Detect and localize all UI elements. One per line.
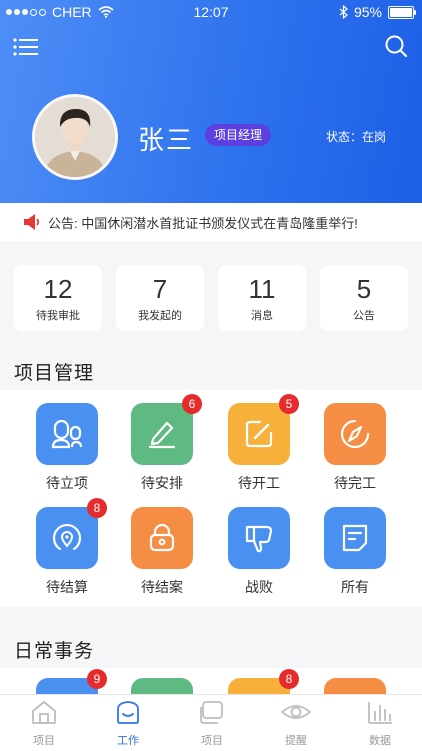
stat-announcements[interactable]: 5 公告	[320, 265, 408, 331]
announcement-bar[interactable]: 公告: 中国休闲潜水首批证书颁发仪式在青岛隆重举行!	[0, 203, 422, 241]
stats-row: 12 待我审批 7 我发起的 11 消息 5 公告	[0, 243, 422, 348]
tab-project[interactable]: 项目	[2, 699, 86, 748]
count-badge: 8	[279, 669, 299, 689]
eye-icon	[280, 705, 312, 719]
stat-value: 11	[248, 274, 276, 304]
tile-icon-bg	[324, 403, 386, 465]
tile-pending-arrange[interactable]: 6 待安排	[114, 394, 210, 493]
tab-label: 项目	[33, 735, 55, 747]
work-status: 状态：在岗	[325, 130, 386, 144]
tile-icon-bg: 6	[131, 394, 202, 465]
location-icon	[52, 524, 82, 551]
pen-icon	[148, 421, 176, 449]
tile-label: 待开工	[238, 475, 280, 491]
tile-icon-bg	[324, 507, 386, 569]
battery-icon	[388, 5, 416, 19]
announcement-text: 公告: 中国休闲潜水首批证书颁发仪式在青岛隆重举行!	[48, 215, 358, 231]
menu-button[interactable]	[12, 36, 40, 58]
tab-bar: 项目 工作 项目 提醒 数据	[0, 694, 422, 751]
stat-label: 消息	[251, 310, 273, 322]
project-grid: 待立项 6 待安排 5 待开工 待完工 8 待结算 待结案 战败 所有	[0, 390, 422, 607]
home-icon	[32, 701, 56, 724]
work-icon	[117, 701, 139, 724]
tile-label: 所有	[341, 579, 369, 595]
tile-icon-bg	[36, 403, 98, 465]
stat-messages[interactable]: 11 消息	[218, 265, 306, 331]
tile-icon-bg: 8	[36, 498, 107, 569]
tile-pending-close[interactable]: 待结案	[114, 507, 210, 597]
tab-label: 提醒	[285, 735, 307, 747]
stat-value: 5	[356, 274, 372, 304]
search-icon	[385, 35, 408, 58]
tab-project-2[interactable]: 项目	[170, 699, 254, 748]
tab-work[interactable]: 工作	[86, 699, 170, 748]
stat-label: 待我审批	[36, 310, 80, 322]
daily-grid: 9 8	[0, 668, 422, 740]
count-badge: 6	[182, 394, 202, 414]
tile-label: 待结案	[141, 579, 183, 595]
edit-icon	[245, 420, 273, 448]
tile-pending-start[interactable]: 5 待开工	[211, 394, 307, 493]
megaphone-icon	[24, 214, 40, 230]
user-name: 张三	[138, 125, 195, 155]
stat-pending-approval[interactable]: 12 待我审批	[14, 265, 102, 331]
people-icon	[51, 419, 83, 449]
section-title-project: 项目管理	[14, 363, 95, 384]
avatar[interactable]	[32, 94, 118, 180]
lock-icon	[149, 523, 175, 552]
count-badge: 9	[87, 669, 107, 689]
count-badge: 8	[87, 498, 107, 518]
compass-icon	[340, 419, 370, 449]
thumb-down-icon	[245, 525, 273, 553]
document-icon	[342, 524, 368, 552]
role-badge: 项目经理	[205, 124, 272, 146]
tile-lost[interactable]: 战败	[211, 507, 307, 597]
search-button[interactable]	[384, 34, 408, 58]
tab-remind[interactable]: 提醒	[254, 699, 338, 748]
section-title-daily: 日常事务	[14, 641, 95, 662]
battery-percent: 95%	[353, 4, 382, 20]
profile-header: CHER 12:07 95% 张三 项目经理 状态：在岗	[0, 0, 422, 203]
tile-pending-finish[interactable]: 待完工	[307, 403, 403, 493]
tile-label: 战败	[245, 579, 273, 595]
status-bar: CHER 12:07 95%	[0, 0, 422, 26]
tile-label: 待安排	[141, 475, 183, 491]
bar-chart-icon	[368, 702, 392, 724]
tab-label: 数据	[369, 735, 391, 747]
stat-initiated[interactable]: 7 我发起的	[116, 265, 204, 331]
tab-label: 工作	[117, 735, 139, 747]
bluetooth-icon	[339, 5, 348, 19]
tab-data[interactable]: 数据	[338, 699, 422, 748]
tile-all[interactable]: 所有	[307, 507, 403, 597]
stat-value: 12	[43, 274, 73, 304]
tile-pending-settle[interactable]: 8 待结算	[19, 498, 115, 597]
tile-icon-bg	[228, 507, 290, 569]
tile-label: 待立项	[46, 475, 88, 491]
stack-icon	[200, 701, 223, 724]
tile-pending-setup[interactable]: 待立项	[19, 403, 115, 493]
tab-label: 项目	[201, 735, 223, 747]
count-badge: 5	[279, 394, 299, 414]
tile-icon-bg	[131, 507, 193, 569]
tile-icon-bg: 5	[228, 394, 299, 465]
tile-label: 待结算	[46, 579, 88, 595]
stat-value: 7	[152, 274, 168, 304]
person-photo	[35, 97, 115, 177]
stat-label: 我发起的	[138, 310, 182, 322]
tile-label: 待完工	[334, 475, 376, 491]
list-menu-icon	[13, 38, 38, 56]
stat-label: 公告	[353, 310, 375, 322]
